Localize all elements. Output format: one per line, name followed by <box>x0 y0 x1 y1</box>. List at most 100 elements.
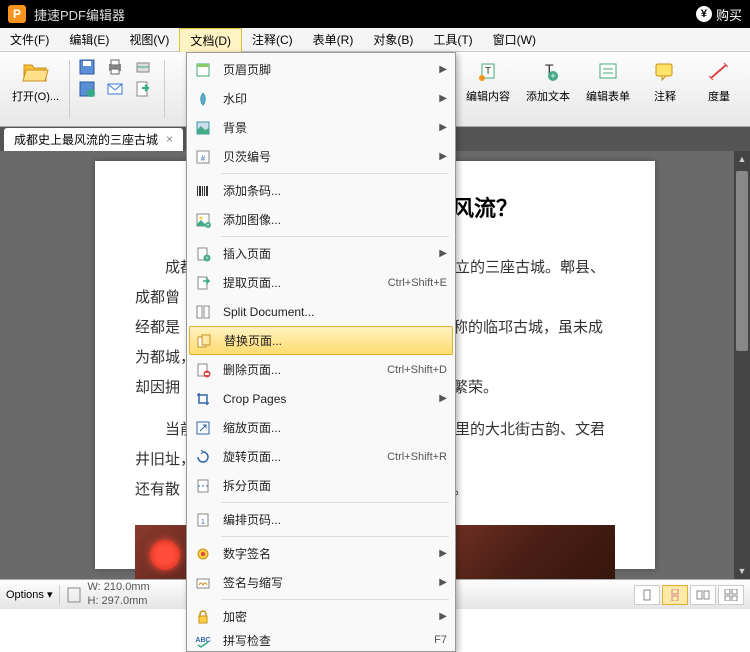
menu-item-delete-page[interactable]: 删除页面...Ctrl+Shift+D <box>189 355 453 384</box>
view-two-page-button[interactable] <box>690 585 716 605</box>
svg-text:1: 1 <box>201 519 205 526</box>
coin-icon: ¥ <box>696 6 712 22</box>
spell-icon: ABC <box>193 630 213 650</box>
insert-page-icon: + <box>193 244 213 264</box>
export-button[interactable] <box>130 78 156 100</box>
menu-item-split-page[interactable]: 拆分页面 <box>189 471 453 500</box>
header-footer-icon <box>193 60 213 80</box>
save-button[interactable] <box>74 56 100 78</box>
extract-page-icon <box>193 273 213 293</box>
menu-divider <box>221 236 449 237</box>
menu-item-resize[interactable]: 缩放页面... <box>189 413 453 442</box>
image-icon: + <box>193 210 213 230</box>
menu-item-label: 替换页面... <box>224 332 446 349</box>
scroll-up-arrow[interactable]: ▲ <box>734 151 750 167</box>
document-tab[interactable]: 成都史上最风流的三座古城 × <box>4 128 183 151</box>
menu-item-sign[interactable]: 数字签名▶ <box>189 539 453 568</box>
edit-form-label: 编辑表单 <box>586 88 630 104</box>
view-two-continuous-button[interactable] <box>718 585 744 605</box>
menu-item-number-pages[interactable]: 1编排页码... <box>189 505 453 534</box>
menu-item-bates[interactable]: #贝茨编号▶ <box>189 142 453 171</box>
submenu-arrow-icon: ▶ <box>439 393 447 404</box>
scrollbar-thumb[interactable] <box>736 171 748 351</box>
initials-icon <box>193 573 213 593</box>
menu-item-crop[interactable]: Crop Pages▶ <box>189 384 453 413</box>
menu-item-split[interactable]: Split Document... <box>189 297 453 326</box>
menu-item-label: 提取页面... <box>223 274 378 291</box>
menu-item-background[interactable]: 背景▶ <box>189 113 453 142</box>
menu-tools[interactable]: 工具(T) <box>423 28 482 51</box>
svg-text:T: T <box>485 66 491 77</box>
menu-divider <box>221 173 449 174</box>
menu-item-label: 拼写检查 <box>223 632 424 649</box>
edit-content-button[interactable]: T 编辑内容 <box>460 56 516 122</box>
sign-icon <box>193 544 213 564</box>
view-continuous-button[interactable] <box>662 585 688 605</box>
menu-item-label: 拆分页面 <box>223 477 447 494</box>
menu-divider <box>221 599 449 600</box>
svg-text:+: + <box>206 223 210 228</box>
menu-object[interactable]: 对象(B) <box>363 28 423 51</box>
split-icon <box>193 302 213 322</box>
submenu-arrow-icon: ▶ <box>439 248 447 259</box>
print-button[interactable] <box>102 56 128 78</box>
menu-item-label: 添加图像... <box>223 211 447 228</box>
view-single-button[interactable] <box>634 585 660 605</box>
page-size-icon <box>66 586 82 604</box>
menu-document[interactable]: 文档(D) <box>179 28 242 52</box>
svg-text:ABC: ABC <box>195 637 210 644</box>
menu-item-image[interactable]: + 添加图像... <box>189 205 453 234</box>
add-text-button[interactable]: T+ 添加文本 <box>520 56 576 122</box>
submenu-arrow-icon: ▶ <box>439 548 447 559</box>
menu-item-insert-page[interactable]: + 插入页面▶ <box>189 239 453 268</box>
menu-divider <box>221 502 449 503</box>
vertical-scrollbar[interactable]: ▲ ▼ <box>734 151 750 579</box>
scroll-down-arrow[interactable]: ▼ <box>734 563 750 579</box>
menu-item-replace-page[interactable]: 替换页面... <box>189 326 453 355</box>
replace-page-icon <box>194 331 214 351</box>
email-button[interactable] <box>102 78 128 100</box>
folder-open-icon <box>22 58 50 86</box>
menu-view[interactable]: 视图(V) <box>119 28 179 51</box>
menu-comment[interactable]: 注释(C) <box>242 28 303 51</box>
add-text-icon: T+ <box>534 58 562 86</box>
page-dimensions: W: 210.0mm H: 297.0mm <box>88 581 150 607</box>
menu-item-initials[interactable]: 签名与缩写▶ <box>189 568 453 597</box>
menu-form[interactable]: 表单(R) <box>303 28 364 51</box>
add-text-label: 添加文本 <box>526 88 570 104</box>
app-logo-icon: P <box>8 5 26 23</box>
tab-close-button[interactable]: × <box>166 132 173 146</box>
measure-button[interactable]: 度量 <box>694 56 744 122</box>
menu-item-label: 水印 <box>223 90 439 107</box>
options-dropdown[interactable]: Options ▾ <box>6 588 53 601</box>
rotate-icon <box>193 447 213 467</box>
menu-file[interactable]: 文件(F) <box>0 28 59 51</box>
menu-item-extract-page[interactable]: 提取页面...Ctrl+Shift+E <box>189 268 453 297</box>
menu-window[interactable]: 窗口(W) <box>483 28 546 51</box>
number-pages-icon: 1 <box>193 510 213 530</box>
annotate-button[interactable]: 注释 <box>640 56 690 122</box>
menu-item-header-footer[interactable]: 页眉页脚▶ <box>189 55 453 84</box>
menu-item-barcode[interactable]: 添加条码... <box>189 176 453 205</box>
measure-label: 度量 <box>708 88 730 104</box>
edit-content-label: 编辑内容 <box>466 88 510 104</box>
menu-item-rotate[interactable]: 旋转页面...Ctrl+Shift+R <box>189 442 453 471</box>
document-menu-dropdown: 页眉页脚▶水印▶背景▶#贝茨编号▶添加条码...+添加图像...+插入页面▶提取… <box>186 52 456 652</box>
measure-icon <box>705 58 733 86</box>
svg-text:#: # <box>201 154 206 163</box>
submenu-arrow-icon: ▶ <box>439 122 447 133</box>
open-button[interactable]: 打开(O)... <box>6 56 65 122</box>
menu-item-label: 插入页面 <box>223 245 439 262</box>
save-as-button[interactable] <box>74 78 100 100</box>
edit-form-button[interactable]: 编辑表单 <box>580 56 636 122</box>
menu-item-label: 背景 <box>223 119 439 136</box>
buy-button[interactable]: ¥ 购买 <box>696 5 742 24</box>
menu-item-label: 删除页面... <box>223 361 377 378</box>
menu-item-label: 贝茨编号 <box>223 148 439 165</box>
submenu-arrow-icon: ▶ <box>439 93 447 104</box>
scan-button[interactable] <box>130 56 156 78</box>
menu-item-watermark[interactable]: 水印▶ <box>189 84 453 113</box>
menu-item-encrypt[interactable]: 加密▶ <box>189 602 453 631</box>
menu-item-spell[interactable]: ABC拼写检查F7 <box>189 631 453 649</box>
menu-edit[interactable]: 编辑(E) <box>59 28 119 51</box>
